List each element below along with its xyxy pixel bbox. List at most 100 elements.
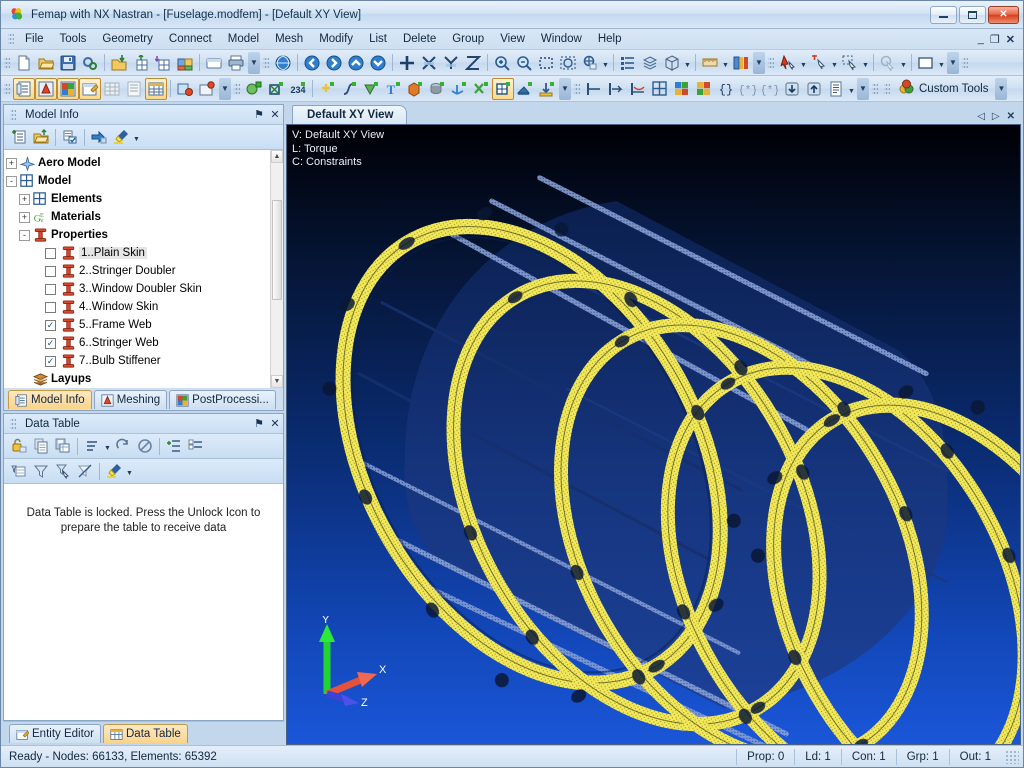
- highlight-dropdown-caret[interactable]: ▼: [132, 126, 141, 148]
- tree-node[interactable]: + Aero Model: [6, 154, 283, 172]
- graphics-view-frame[interactable]: V: Default XY View L: Torque C: Constrai…: [286, 124, 1021, 745]
- tree-expander-minus-icon[interactable]: -: [19, 229, 30, 241]
- zoom-window-icon[interactable]: [535, 52, 557, 74]
- view-close-button[interactable]: ✕: [1007, 111, 1015, 122]
- tree-node-property[interactable]: 1..Plain Skin: [6, 244, 283, 262]
- scroll-thumb[interactable]: [272, 200, 282, 300]
- entity-editor-pane-icon[interactable]: [79, 77, 101, 100]
- tree-checkbox[interactable]: [45, 247, 56, 259]
- toolbar-overflow-button[interactable]: ▼: [753, 51, 765, 74]
- toolbar-grip[interactable]: [234, 81, 240, 96]
- color-picker-icon[interactable]: [915, 52, 937, 74]
- add-pick-icon[interactable]: [808, 52, 830, 74]
- toolbar-grip[interactable]: [574, 81, 580, 96]
- curve-create-icon[interactable]: [338, 78, 360, 100]
- save-table-icon[interactable]: [52, 436, 74, 457]
- rotate-model-icon[interactable]: [272, 52, 294, 74]
- box-pick-dropdown-caret[interactable]: ▼: [861, 52, 870, 74]
- datatable-highlight-dropdown-caret[interactable]: ▼: [125, 460, 134, 482]
- color-palette2-icon[interactable]: [693, 78, 715, 100]
- minimize-button[interactable]: [930, 5, 957, 24]
- menu-item-modify[interactable]: Modify: [311, 31, 361, 47]
- box-pick-icon[interactable]: [839, 52, 861, 74]
- tree-expander-plus-icon[interactable]: +: [6, 157, 17, 169]
- open-file-icon[interactable]: [35, 52, 57, 74]
- pan-down-icon[interactable]: [367, 52, 389, 74]
- messages-pane-icon[interactable]: [123, 78, 145, 100]
- menu-item-connect[interactable]: Connect: [161, 31, 220, 47]
- sort-icon[interactable]: [81, 436, 103, 457]
- menu-item-mesh[interactable]: Mesh: [267, 31, 311, 47]
- report-dropdown-caret[interactable]: ▼: [847, 78, 856, 100]
- element-create-icon[interactable]: [265, 78, 287, 100]
- toolbar-grip[interactable]: [263, 55, 269, 70]
- node-create-icon[interactable]: [243, 78, 265, 100]
- model-info-grip[interactable]: [10, 107, 16, 122]
- new-file-icon[interactable]: [13, 52, 35, 74]
- column-options-icon[interactable]: [185, 436, 207, 457]
- post-data-icon[interactable]: [730, 52, 752, 74]
- tree-checkbox[interactable]: ✓: [45, 337, 56, 349]
- tree-node[interactable]: - Properties: [6, 226, 283, 244]
- highlight-icon[interactable]: [110, 127, 132, 148]
- tree-expander-minus-icon[interactable]: -: [6, 175, 17, 187]
- tree-expander-plus-icon[interactable]: +: [19, 211, 30, 223]
- print-preview-icon[interactable]: [203, 52, 225, 74]
- tree-checkbox[interactable]: [45, 283, 56, 295]
- tree-node-property[interactable]: ✓ 7..Bulb Stiffener: [6, 352, 283, 370]
- clear-icon[interactable]: [134, 436, 156, 457]
- open-model-icon[interactable]: [30, 127, 52, 148]
- unlock-icon[interactable]: [8, 436, 30, 457]
- menu-item-group[interactable]: Group: [444, 31, 492, 47]
- render-style-dropdown-caret[interactable]: ▼: [683, 52, 692, 74]
- delete-entity-icon[interactable]: [470, 78, 492, 100]
- menu-item-tools[interactable]: Tools: [52, 31, 95, 47]
- pan-up-icon[interactable]: [345, 52, 367, 74]
- tree-node[interactable]: + G Ev Materials: [6, 208, 283, 226]
- menu-grip[interactable]: [8, 32, 14, 46]
- point-create-icon[interactable]: [316, 78, 338, 100]
- api-pane-icon[interactable]: [101, 78, 123, 100]
- close-button[interactable]: ✕: [988, 5, 1019, 24]
- view-y-icon[interactable]: [440, 52, 462, 74]
- toolbar-grip[interactable]: [768, 55, 774, 70]
- sort-dropdown-caret[interactable]: ▼: [103, 435, 112, 457]
- tab-data-table[interactable]: Data Table: [103, 724, 188, 743]
- model-info-close-button[interactable]: ✕: [267, 107, 283, 123]
- tree-node-property[interactable]: 4..Window Skin: [6, 298, 283, 316]
- attach-results-icon[interactable]: [174, 52, 196, 74]
- menu-item-geometry[interactable]: Geometry: [94, 31, 161, 47]
- menu-item-window[interactable]: Window: [533, 31, 590, 47]
- connection-pane-icon[interactable]: [196, 78, 218, 100]
- pan-left-icon[interactable]: [301, 52, 323, 74]
- toolbar-overflow-button[interactable]: ▼: [857, 77, 869, 100]
- coordsys-create-icon[interactable]: [448, 78, 470, 100]
- tab-entity-editor[interactable]: Entity Editor: [9, 724, 101, 743]
- new-entity-icon[interactable]: [8, 127, 30, 148]
- expand-left-icon[interactable]: {*}: [737, 78, 759, 100]
- toolbar-overflow-button[interactable]: ▼: [248, 51, 260, 74]
- color-palette-icon[interactable]: [671, 78, 693, 100]
- mesh-surface-icon[interactable]: [492, 77, 514, 100]
- filter-icon[interactable]: [30, 461, 52, 482]
- surface-create-icon[interactable]: [360, 78, 382, 100]
- resize-grip[interactable]: [1005, 749, 1019, 764]
- import-geometry-icon[interactable]: [108, 52, 130, 74]
- filter-rows-icon[interactable]: [8, 461, 30, 482]
- tree-checkbox[interactable]: ✓: [45, 355, 56, 367]
- copy-icon[interactable]: [30, 436, 52, 457]
- align-left-icon[interactable]: [583, 78, 605, 100]
- tree-checkbox[interactable]: [45, 265, 56, 277]
- highlight-icon[interactable]: [103, 461, 125, 482]
- grid-toggle-icon[interactable]: [649, 78, 671, 100]
- postprocessing-pane-icon[interactable]: [57, 77, 79, 100]
- view-rotate-center-dropdown-caret[interactable]: ▼: [601, 52, 610, 74]
- data-table-grip[interactable]: [10, 416, 16, 431]
- load-create-icon[interactable]: [514, 78, 536, 100]
- model-3d-canvas[interactable]: [287, 125, 1020, 744]
- pan-right-icon[interactable]: [323, 52, 345, 74]
- tree-checkbox[interactable]: [45, 301, 56, 313]
- tree-node-property[interactable]: ✓ 5..Frame Web: [6, 316, 283, 334]
- mdi-restore-button[interactable]: ❐: [990, 33, 1000, 46]
- tab-meshing[interactable]: Meshing: [93, 390, 168, 409]
